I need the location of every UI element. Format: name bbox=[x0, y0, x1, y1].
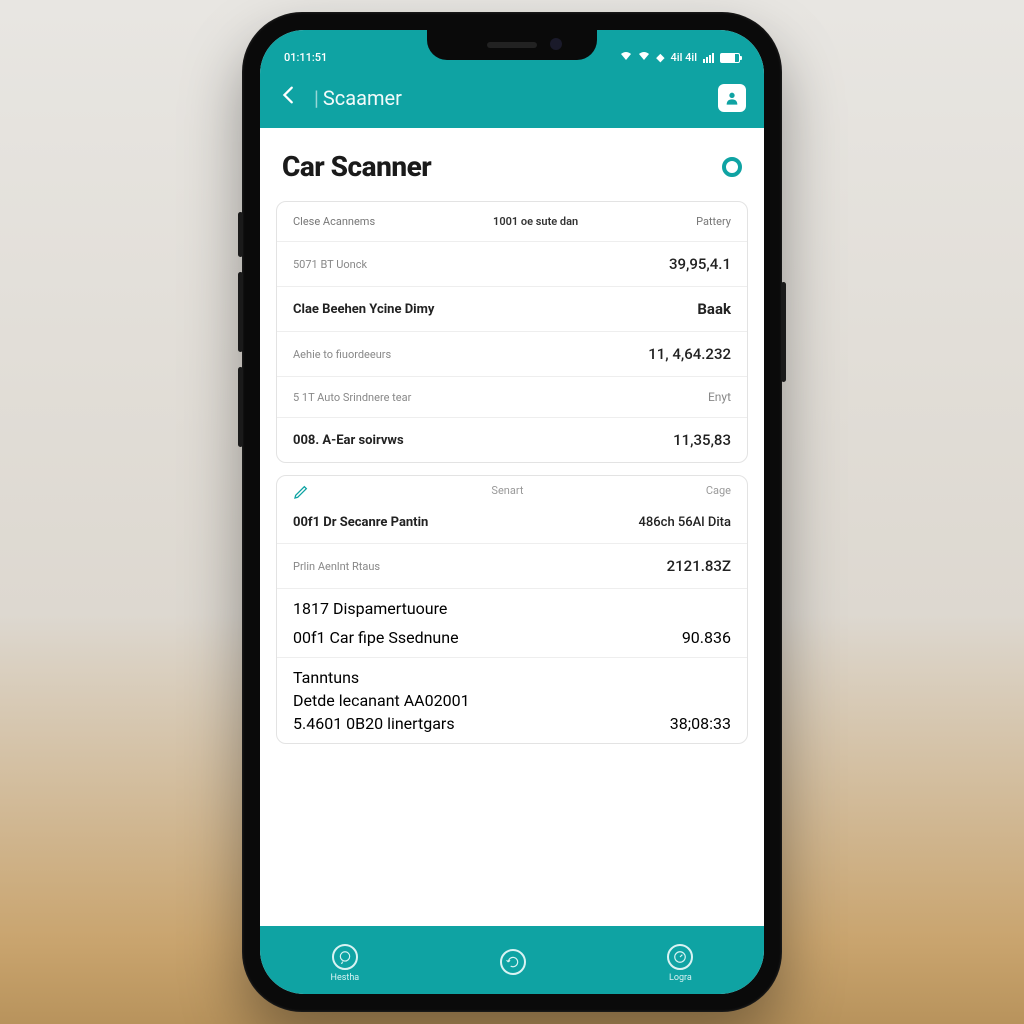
item-sublabel: 1817 Dispamertuoure bbox=[293, 599, 731, 618]
nav-label: Logra bbox=[669, 973, 692, 983]
list-item[interactable]: Tanntuns Detde lecanant AA02001 5.4601 0… bbox=[277, 658, 747, 743]
item-label: Prlin Aenlnt Rtaus bbox=[293, 560, 380, 573]
item-label: 5071 BT Uonck bbox=[293, 258, 367, 271]
item-value: 90.836 bbox=[682, 628, 731, 647]
refresh-icon bbox=[500, 949, 526, 975]
back-button[interactable] bbox=[278, 84, 300, 112]
item-label: 5.4601 0B20 linertgars bbox=[293, 714, 455, 733]
bottom-nav: Hestha Logra bbox=[260, 926, 764, 994]
volume-down-button bbox=[238, 367, 243, 447]
location-icon: ◆ bbox=[656, 51, 664, 64]
item-label: 008. A-Ear soirvws bbox=[293, 433, 404, 448]
nav-label: Hestha bbox=[331, 973, 360, 983]
battery-icon bbox=[720, 53, 740, 63]
item-value: 38;08:33 bbox=[670, 714, 731, 733]
signal-text: 4il 4il bbox=[671, 51, 697, 64]
app-bar: |Scaamer bbox=[260, 68, 764, 128]
item-value: 11,35,83 bbox=[673, 431, 731, 449]
list-item[interactable]: 5071 BT Uonck 39,95,4.1 bbox=[277, 242, 747, 287]
item-sublabel: Tanntuns bbox=[293, 668, 731, 687]
col-right: Cage bbox=[706, 484, 731, 500]
profile-button[interactable] bbox=[718, 84, 746, 112]
col-mid: Senart bbox=[309, 484, 706, 500]
list-item[interactable]: Prlin Aenlnt Rtaus 2121.83Z bbox=[277, 544, 747, 589]
col-right: Pattery bbox=[696, 215, 731, 228]
card1-header: Clese Acannems 1001 oe sute dan Pattery bbox=[277, 202, 747, 242]
status-time: 01:11:51 bbox=[284, 51, 327, 64]
data-card-1: Clese Acannems 1001 oe sute dan Pattery … bbox=[276, 201, 748, 463]
edit-icon[interactable] bbox=[293, 484, 309, 500]
list-item[interactable]: 5 1T Auto Srindnere tear Enyt bbox=[277, 377, 747, 418]
list-item[interactable]: Aehie to fiuordeeurs 11, 4,64.232 bbox=[277, 332, 747, 377]
nav-scan[interactable] bbox=[500, 949, 526, 978]
item-label: 5 1T Auto Srindnere tear bbox=[293, 391, 411, 404]
nav-log[interactable]: Logra bbox=[667, 944, 693, 983]
phone-frame: 01:11:51 ◆ 4il 4il |Scaamer bbox=[242, 12, 782, 1012]
wifi-icon-2 bbox=[638, 51, 650, 64]
gauge-icon bbox=[667, 944, 693, 970]
item-label: Clae Beehen Ycine Dimy bbox=[293, 302, 434, 317]
item-value: 486ch 56Al Dita bbox=[639, 515, 732, 530]
list-item[interactable]: 00f1 Dr Secanre Pantin 486ch 56Al Dita bbox=[277, 502, 747, 544]
data-card-2: Senart Cage 00f1 Dr Secanre Pantin 486ch… bbox=[276, 475, 748, 744]
col-mid: 1001 oe sute dan bbox=[375, 215, 696, 228]
phone-notch bbox=[427, 30, 597, 60]
item-label: 00f1 Car fipe Ssednune bbox=[293, 628, 459, 647]
refresh-icon[interactable] bbox=[722, 157, 742, 177]
screen: 01:11:51 ◆ 4il 4il |Scaamer bbox=[260, 30, 764, 994]
item-value: Baak bbox=[697, 300, 731, 318]
chat-icon bbox=[332, 944, 358, 970]
card2-header: Senart Cage bbox=[277, 476, 747, 502]
item-value: 39,95,4.1 bbox=[669, 255, 731, 273]
page-title: Car Scanner bbox=[282, 150, 431, 183]
signal-icon bbox=[703, 53, 714, 63]
item-value: 11, 4,64.232 bbox=[648, 345, 731, 363]
list-item[interactable]: 1817 Dispamertuoure 00f1 Car fipe Ssednu… bbox=[277, 589, 747, 658]
item-label: 00f1 Dr Secanre Pantin bbox=[293, 515, 428, 530]
side-button bbox=[238, 212, 243, 257]
col-left: Clese Acannems bbox=[293, 215, 375, 228]
nav-home[interactable]: Hestha bbox=[331, 944, 360, 983]
appbar-title: |Scaamer bbox=[314, 86, 704, 110]
list-item[interactable]: 008. A-Ear soirvws 11,35,83 bbox=[277, 418, 747, 462]
volume-up-button bbox=[238, 272, 243, 352]
content-area: Car Scanner Clese Acannems 1001 oe sute … bbox=[260, 128, 764, 926]
wifi-icon bbox=[620, 51, 632, 64]
item-value: 2121.83Z bbox=[667, 557, 731, 575]
list-item[interactable]: Clae Beehen Ycine Dimy Baak bbox=[277, 287, 747, 332]
item-label: Aehie to fiuordeeurs bbox=[293, 348, 391, 361]
item-value: Enyt bbox=[708, 390, 731, 404]
item-sublabel: Detde lecanant AA02001 bbox=[293, 691, 731, 710]
power-button bbox=[781, 282, 786, 382]
